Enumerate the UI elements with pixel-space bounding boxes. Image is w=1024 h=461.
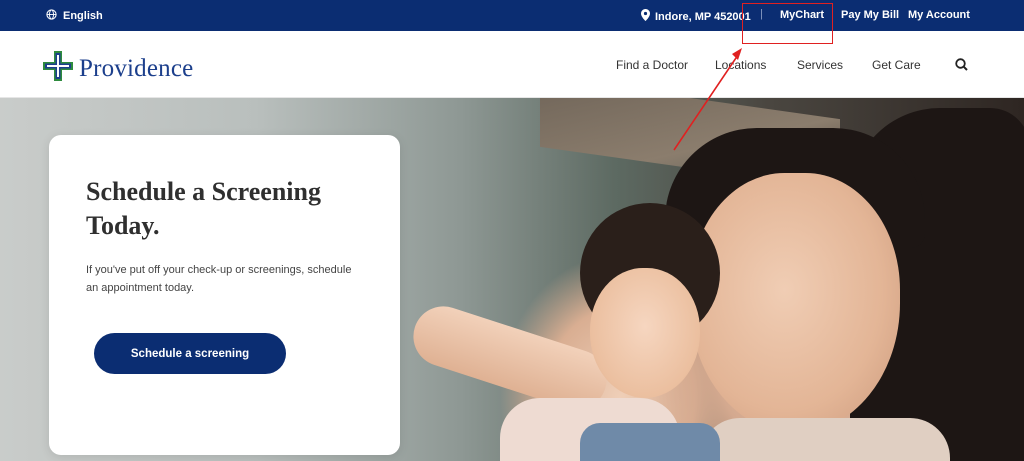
annotation-arrow bbox=[673, 48, 742, 151]
